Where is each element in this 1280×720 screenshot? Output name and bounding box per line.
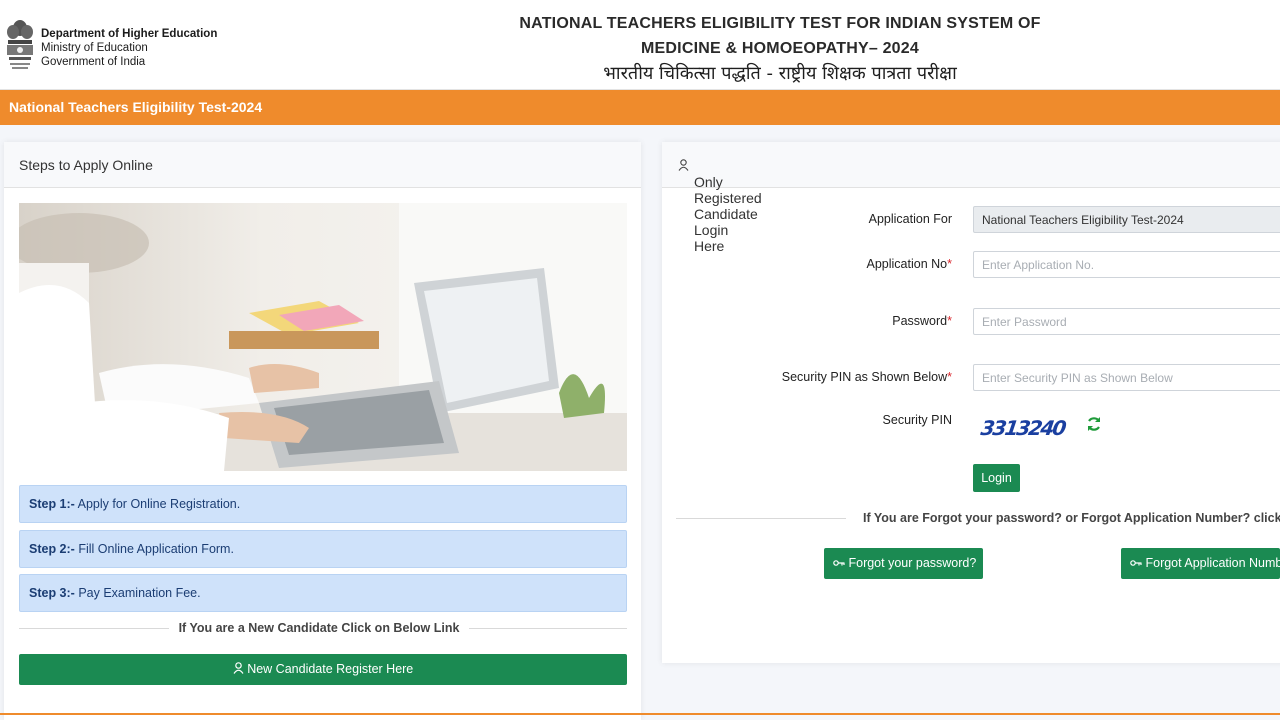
national-emblem-icon	[7, 20, 33, 69]
forgot-application-number-button[interactable]: Forgot Application Number	[1121, 548, 1280, 579]
step-3-text: Pay Examination Fee.	[78, 586, 201, 600]
hero-image	[19, 203, 627, 471]
exam-banner-label: National Teachers Eligibility Test-2024	[9, 99, 263, 115]
user-icon	[233, 662, 244, 674]
steps-panel-header: Steps to Apply Online	[4, 142, 641, 188]
government-name: Government of India	[41, 56, 146, 68]
laptop-illustration	[19, 203, 627, 471]
title-hindi: भारतीय चिकित्सा पद्धति - राष्ट्रीय शिक्ष…	[603, 63, 957, 84]
exam-banner: National Teachers Eligibility Test-2024	[0, 90, 1280, 125]
divider	[676, 518, 846, 519]
required-mark: *	[947, 370, 952, 384]
forgot-password-label: Forgot your password?	[848, 556, 977, 570]
security-pin-input-label-text: Security PIN as Shown Below	[781, 370, 948, 384]
application-for-field[interactable]	[973, 206, 1280, 233]
step-2: Step 2:- Fill Online Application Form.	[19, 530, 627, 568]
login-panel: Only Registered Candidate Login Here App…	[662, 142, 1280, 663]
department-block: Department of Higher Education Ministry …	[41, 27, 217, 69]
footer-line	[0, 713, 1280, 715]
key-icon	[833, 560, 845, 566]
steps-panel: Steps to Apply Online Step 1:- Apply for…	[4, 142, 641, 720]
forgot-help-text: If You are Forgot your password? or Forg…	[860, 511, 1280, 525]
user-icon	[678, 159, 689, 171]
step-3: Step 3:- Pay Examination Fee.	[19, 574, 627, 612]
register-button-label: New Candidate Register Here	[247, 662, 414, 676]
key-icon	[1130, 560, 1142, 566]
step-3-label: Step 3:-	[29, 586, 75, 600]
required-mark: *	[947, 314, 952, 328]
forgot-password-button[interactable]: Forgot your password?	[824, 548, 983, 579]
required-mark: *	[947, 257, 952, 271]
password-input[interactable]	[973, 308, 1280, 335]
step-1-text: Apply for Online Registration.	[77, 497, 241, 511]
login-panel-heading: Only Registered Candidate Login Here	[678, 158, 762, 254]
step-1: Step 1:- Apply for Online Registration.	[19, 485, 627, 523]
new-candidate-register-button[interactable]: New Candidate Register Here	[19, 654, 627, 685]
security-pin-label: Security PIN	[882, 413, 952, 427]
application-no-input[interactable]	[973, 251, 1280, 278]
security-pin-input-label: Security PIN as Shown Below*	[702, 370, 952, 384]
application-no-label-text: Application No	[866, 257, 948, 271]
ministry-name: Ministry of Education	[41, 42, 148, 54]
step-1-label: Step 1:-	[29, 497, 75, 511]
captcha-image: 3313240	[973, 404, 1073, 450]
department-name: Department of Higher Education	[41, 28, 218, 40]
title-line-2: MEDICINE & HOMOEOPATHY– 2024	[641, 40, 919, 57]
application-no-label: Application No*	[702, 257, 952, 271]
captcha-text: 3313240	[979, 416, 1067, 440]
steps-panel-heading: Steps to Apply Online	[19, 157, 153, 173]
title-line-1: NATIONAL TEACHERS ELIGIBILITY TEST FOR I…	[519, 15, 1041, 32]
page-title: NATIONAL TEACHERS ELIGIBILITY TEST FOR I…	[460, 11, 1100, 87]
password-label: Password*	[702, 314, 952, 328]
site-header: Department of Higher Education Ministry …	[0, 0, 1280, 90]
refresh-icon[interactable]	[1086, 416, 1102, 432]
step-2-text: Fill Online Application Form.	[78, 542, 234, 556]
login-panel-header: Only Registered Candidate Login Here	[662, 142, 1280, 254]
login-button[interactable]: Login	[973, 464, 1020, 492]
application-for-label: Application For	[868, 212, 952, 226]
forgot-application-number-label: Forgot Application Number	[1145, 556, 1280, 570]
password-label-text: Password	[892, 314, 948, 328]
security-pin-input[interactable]	[973, 364, 1280, 391]
new-candidate-text: If You are a New Candidate Click on Belo…	[169, 621, 469, 635]
step-2-label: Step 2:-	[29, 542, 75, 556]
